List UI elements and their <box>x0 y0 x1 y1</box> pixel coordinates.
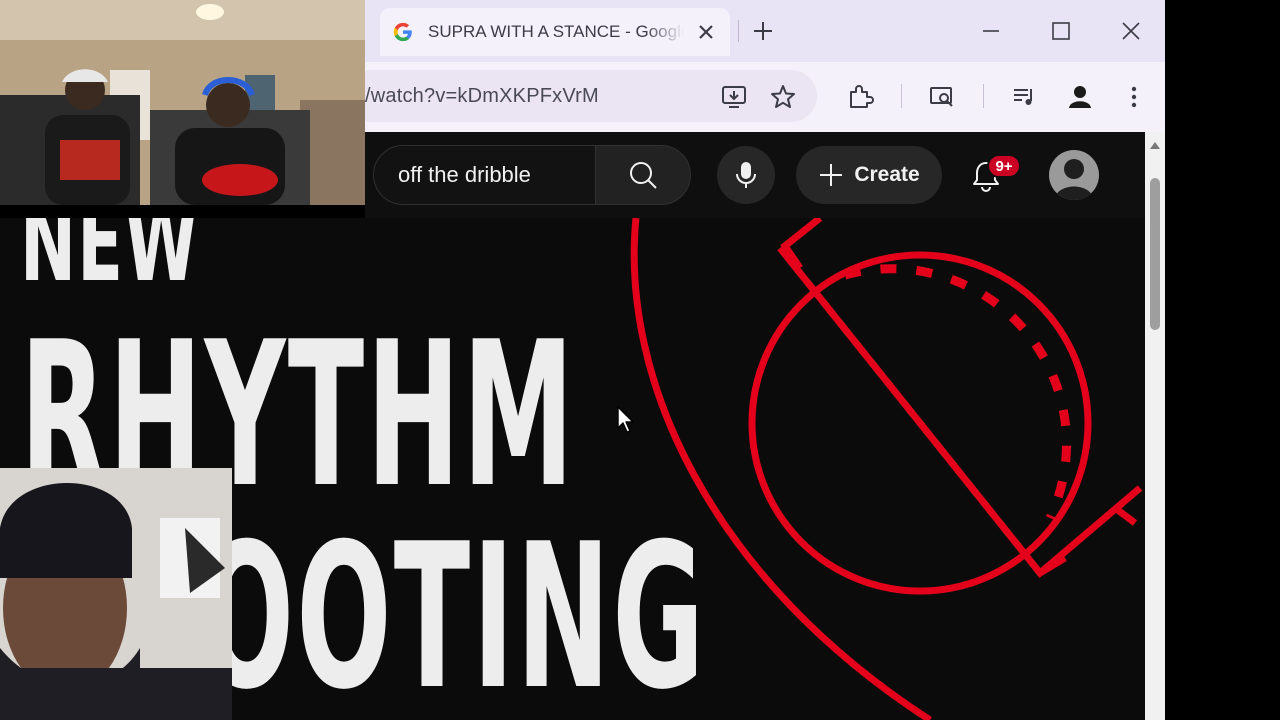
mouse-cursor-icon <box>617 406 634 433</box>
profile-avatar-icon[interactable] <box>1064 81 1096 113</box>
avatar[interactable] <box>1049 150 1099 200</box>
extensions-icon[interactable] <box>846 83 874 111</box>
cast-search-icon[interactable] <box>928 83 956 111</box>
webcam-overlay-bottom <box>0 468 232 720</box>
search-query: off the dribble <box>398 162 531 187</box>
tab-title: SUPRA WITH A STANCE - Google Chrome <box>428 22 684 41</box>
toolbar-separator <box>983 84 984 108</box>
plus-icon <box>820 164 843 186</box>
search-icon <box>630 162 657 189</box>
menu-kebab-icon[interactable] <box>1120 83 1148 111</box>
thumbnail-text-new: NEW <box>20 218 200 306</box>
minimize-icon[interactable] <box>978 18 1004 44</box>
search-button[interactable] <box>595 145 691 205</box>
browser-toolbar: /watch?v=kDmXKPFxVrM <box>365 62 1165 132</box>
close-window-icon[interactable] <box>1118 18 1144 44</box>
webcam-scene-image <box>0 0 365 205</box>
youtube-header: off the dribble Create 9+ <box>365 132 1145 218</box>
url-text: /watch?v=kDmXKPFxVrM <box>365 84 599 107</box>
toolbar-separator <box>901 84 902 108</box>
webcam-overlay-top <box>0 0 365 205</box>
page-scrollbar[interactable] <box>1145 132 1165 720</box>
google-favicon-icon <box>393 22 412 42</box>
webcam-person-image <box>0 468 232 720</box>
tab-separator <box>738 20 739 42</box>
microphone-icon <box>736 162 756 188</box>
scrollbar-thumb[interactable] <box>1150 178 1160 330</box>
user-silhouette-icon <box>1054 159 1094 200</box>
maximize-icon[interactable] <box>1048 18 1074 44</box>
create-button[interactable]: Create <box>796 146 942 204</box>
scroll-up-arrow-icon[interactable] <box>1149 140 1161 150</box>
voice-search-button[interactable] <box>717 146 775 204</box>
address-bar[interactable]: /watch?v=kDmXKPFxVrM <box>365 70 817 122</box>
bookmark-star-icon[interactable] <box>769 83 797 111</box>
media-queue-icon[interactable] <box>1010 83 1038 111</box>
install-app-icon[interactable] <box>720 83 748 111</box>
new-tab-icon[interactable] <box>751 19 775 43</box>
create-label: Create <box>854 163 920 186</box>
browser-tab[interactable]: SUPRA WITH A STANCE - Google Chrome <box>380 8 730 56</box>
notification-badge: 9+ <box>987 154 1021 178</box>
court-graphic <box>630 218 1143 720</box>
close-tab-icon[interactable] <box>696 22 716 42</box>
screen-margin <box>1165 0 1280 720</box>
search-input[interactable]: off the dribble <box>373 145 595 205</box>
tab-strip: SUPRA WITH A STANCE - Google Chrome <box>365 0 1165 62</box>
